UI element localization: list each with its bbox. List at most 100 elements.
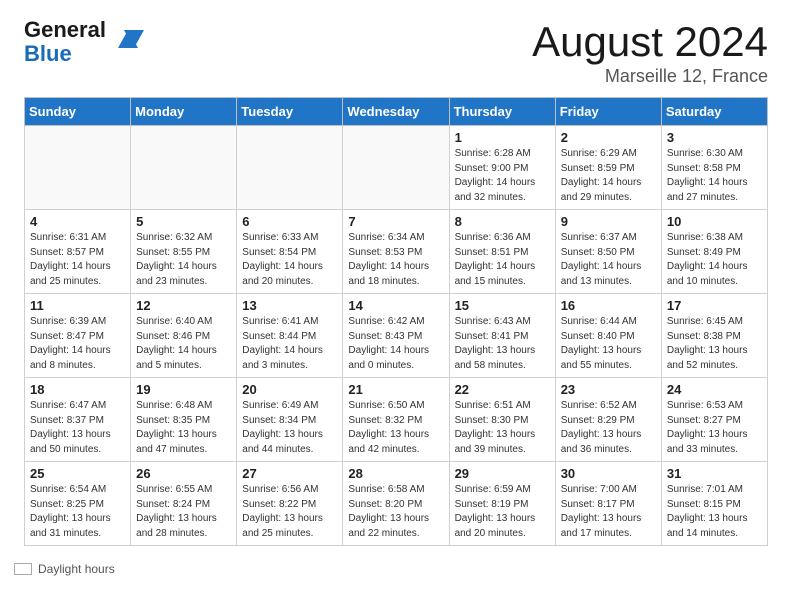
day-info: Sunrise: 6:36 AM Sunset: 8:51 PM Dayligh… xyxy=(455,231,550,289)
day-number: 29 xyxy=(455,466,550,481)
dow-header: Wednesday xyxy=(343,98,449,126)
calendar-cell: 3 Sunrise: 6:30 AM Sunset: 8:58 PM Daylig… xyxy=(661,126,767,210)
day-info: Sunrise: 6:47 AM Sunset: 8:37 PM Dayligh… xyxy=(30,399,125,457)
day-info: Sunrise: 6:31 AM Sunset: 8:57 PM Dayligh… xyxy=(30,231,125,289)
logo-icon xyxy=(110,20,146,56)
day-info: Sunrise: 6:40 AM Sunset: 8:46 PM Dayligh… xyxy=(136,315,231,373)
calendar-cell: 1Sunrise: 6:28 AM Sunset: 9:00 PM Daylig… xyxy=(449,126,555,210)
calendar-cell: 25 Sunrise: 6:54 AM Sunset: 8:25 PM Dayli… xyxy=(25,462,131,546)
dow-header: Tuesday xyxy=(237,98,343,126)
logo: General Blue xyxy=(24,18,146,66)
day-number: 22 xyxy=(455,382,550,397)
day-number: 5 xyxy=(136,214,231,229)
calendar-cell: 5 Sunrise: 6:32 AM Sunset: 8:55 PM Daylig… xyxy=(131,210,237,294)
day-info: Sunrise: 6:38 AM Sunset: 8:49 PM Dayligh… xyxy=(667,231,762,289)
calendar-cell: 30 Sunrise: 7:00 AM Sunset: 8:17 PM Dayli… xyxy=(555,462,661,546)
month-title: August 2024 xyxy=(532,18,768,66)
day-number: 17 xyxy=(667,298,762,313)
day-info: Sunrise: 6:37 AM Sunset: 8:50 PM Dayligh… xyxy=(561,231,656,289)
day-number: 28 xyxy=(348,466,443,481)
calendar-cell: 19Sunrise: 6:48 AM Sunset: 8:35 PM Dayli… xyxy=(131,378,237,462)
day-info: Sunrise: 6:33 AM Sunset: 8:54 PM Dayligh… xyxy=(242,231,337,289)
day-info: Sunrise: 6:56 AM Sunset: 8:22 PM Dayligh… xyxy=(242,483,337,541)
calendar-cell: 21 Sunrise: 6:50 AM Sunset: 8:32 PM Dayli… xyxy=(343,378,449,462)
day-number: 26 xyxy=(136,466,231,481)
day-number: 30 xyxy=(561,466,656,481)
calendar-cell: 12 Sunrise: 6:40 AM Sunset: 8:46 PM Dayli… xyxy=(131,294,237,378)
calendar-cell: 10 Sunrise: 6:38 AM Sunset: 8:49 PM Dayli… xyxy=(661,210,767,294)
day-number: 23 xyxy=(561,382,656,397)
day-number: 10 xyxy=(667,214,762,229)
title-block: August 2024 Marseille 12, France xyxy=(532,18,768,87)
day-info: Sunrise: 6:29 AM Sunset: 8:59 PM Dayligh… xyxy=(561,147,656,205)
day-number: 25 xyxy=(30,466,125,481)
day-info: Sunrise: 7:00 AM Sunset: 8:17 PM Dayligh… xyxy=(561,483,656,541)
calendar-cell: 13Sunrise: 6:41 AM Sunset: 8:44 PM Dayli… xyxy=(237,294,343,378)
day-number: 20 xyxy=(242,382,337,397)
calendar-cell: 18 Sunrise: 6:47 AM Sunset: 8:37 PM Dayli… xyxy=(25,378,131,462)
day-info: Sunrise: 6:34 AM Sunset: 8:53 PM Dayligh… xyxy=(348,231,443,289)
calendar-cell: 26 Sunrise: 6:55 AM Sunset: 8:24 PM Dayli… xyxy=(131,462,237,546)
calendar-cell: 7Sunrise: 6:34 AM Sunset: 8:53 PM Daylig… xyxy=(343,210,449,294)
calendar-cell: 29 Sunrise: 6:59 AM Sunset: 8:19 PM Dayli… xyxy=(449,462,555,546)
day-info: Sunrise: 6:58 AM Sunset: 8:20 PM Dayligh… xyxy=(348,483,443,541)
calendar-body: 1Sunrise: 6:28 AM Sunset: 9:00 PM Daylig… xyxy=(25,126,768,546)
day-info: Sunrise: 6:42 AM Sunset: 8:43 PM Dayligh… xyxy=(348,315,443,373)
calendar-cell: 31 Sunrise: 7:01 AM Sunset: 8:15 PM Dayli… xyxy=(661,462,767,546)
calendar-cell xyxy=(237,126,343,210)
dow-header: Friday xyxy=(555,98,661,126)
day-info: Sunrise: 6:54 AM Sunset: 8:25 PM Dayligh… xyxy=(30,483,125,541)
calendar-cell: 15 Sunrise: 6:43 AM Sunset: 8:41 PM Dayli… xyxy=(449,294,555,378)
day-info: Sunrise: 6:43 AM Sunset: 8:41 PM Dayligh… xyxy=(455,315,550,373)
day-number: 19 xyxy=(136,382,231,397)
day-number: 4 xyxy=(30,214,125,229)
calendar-week-row: 18 Sunrise: 6:47 AM Sunset: 8:37 PM Dayli… xyxy=(25,378,768,462)
logo-blue: Blue xyxy=(24,41,72,66)
day-info: Sunrise: 6:53 AM Sunset: 8:27 PM Dayligh… xyxy=(667,399,762,457)
day-info: Sunrise: 6:49 AM Sunset: 8:34 PM Dayligh… xyxy=(242,399,337,457)
calendar-cell: 11Sunrise: 6:39 AM Sunset: 8:47 PM Dayli… xyxy=(25,294,131,378)
day-info: Sunrise: 6:55 AM Sunset: 8:24 PM Dayligh… xyxy=(136,483,231,541)
calendar-table: SundayMondayTuesdayWednesdayThursdayFrid… xyxy=(24,97,768,546)
calendar-cell xyxy=(343,126,449,210)
logo-general: General xyxy=(24,17,106,42)
calendar-week-row: 25 Sunrise: 6:54 AM Sunset: 8:25 PM Dayli… xyxy=(25,462,768,546)
day-number: 21 xyxy=(348,382,443,397)
calendar-cell: 27 Sunrise: 6:56 AM Sunset: 8:22 PM Dayli… xyxy=(237,462,343,546)
calendar-cell: 14 Sunrise: 6:42 AM Sunset: 8:43 PM Dayli… xyxy=(343,294,449,378)
day-number: 8 xyxy=(455,214,550,229)
day-number: 14 xyxy=(348,298,443,313)
location-title: Marseille 12, France xyxy=(532,66,768,87)
day-number: 12 xyxy=(136,298,231,313)
day-number: 27 xyxy=(242,466,337,481)
calendar-cell: 4 Sunrise: 6:31 AM Sunset: 8:57 PM Daylig… xyxy=(25,210,131,294)
calendar-cell: 2Sunrise: 6:29 AM Sunset: 8:59 PM Daylig… xyxy=(555,126,661,210)
day-info: Sunrise: 6:45 AM Sunset: 8:38 PM Dayligh… xyxy=(667,315,762,373)
day-info: Sunrise: 6:50 AM Sunset: 8:32 PM Dayligh… xyxy=(348,399,443,457)
calendar-cell: 23Sunrise: 6:52 AM Sunset: 8:29 PM Dayli… xyxy=(555,378,661,462)
day-number: 18 xyxy=(30,382,125,397)
day-info: Sunrise: 6:44 AM Sunset: 8:40 PM Dayligh… xyxy=(561,315,656,373)
calendar-week-row: 11Sunrise: 6:39 AM Sunset: 8:47 PM Dayli… xyxy=(25,294,768,378)
calendar-cell xyxy=(25,126,131,210)
day-number: 31 xyxy=(667,466,762,481)
day-number: 15 xyxy=(455,298,550,313)
footer: Daylight hours xyxy=(0,554,792,584)
day-number: 3 xyxy=(667,130,762,145)
calendar-cell: 20 Sunrise: 6:49 AM Sunset: 8:34 PM Dayli… xyxy=(237,378,343,462)
calendar-cell xyxy=(131,126,237,210)
day-info: Sunrise: 6:32 AM Sunset: 8:55 PM Dayligh… xyxy=(136,231,231,289)
day-number: 9 xyxy=(561,214,656,229)
day-info: Sunrise: 6:39 AM Sunset: 8:47 PM Dayligh… xyxy=(30,315,125,373)
day-info: Sunrise: 6:59 AM Sunset: 8:19 PM Dayligh… xyxy=(455,483,550,541)
dow-header: Saturday xyxy=(661,98,767,126)
day-info: Sunrise: 6:30 AM Sunset: 8:58 PM Dayligh… xyxy=(667,147,762,205)
dow-header: Thursday xyxy=(449,98,555,126)
page-header: General Blue August 2024 Marseille 12, F… xyxy=(0,0,792,97)
calendar-cell: 28 Sunrise: 6:58 AM Sunset: 8:20 PM Dayli… xyxy=(343,462,449,546)
dow-header: Sunday xyxy=(25,98,131,126)
calendar-week-row: 1Sunrise: 6:28 AM Sunset: 9:00 PM Daylig… xyxy=(25,126,768,210)
daylight-box xyxy=(14,563,32,575)
day-info: Sunrise: 7:01 AM Sunset: 8:15 PM Dayligh… xyxy=(667,483,762,541)
footer-label: Daylight hours xyxy=(38,562,115,576)
